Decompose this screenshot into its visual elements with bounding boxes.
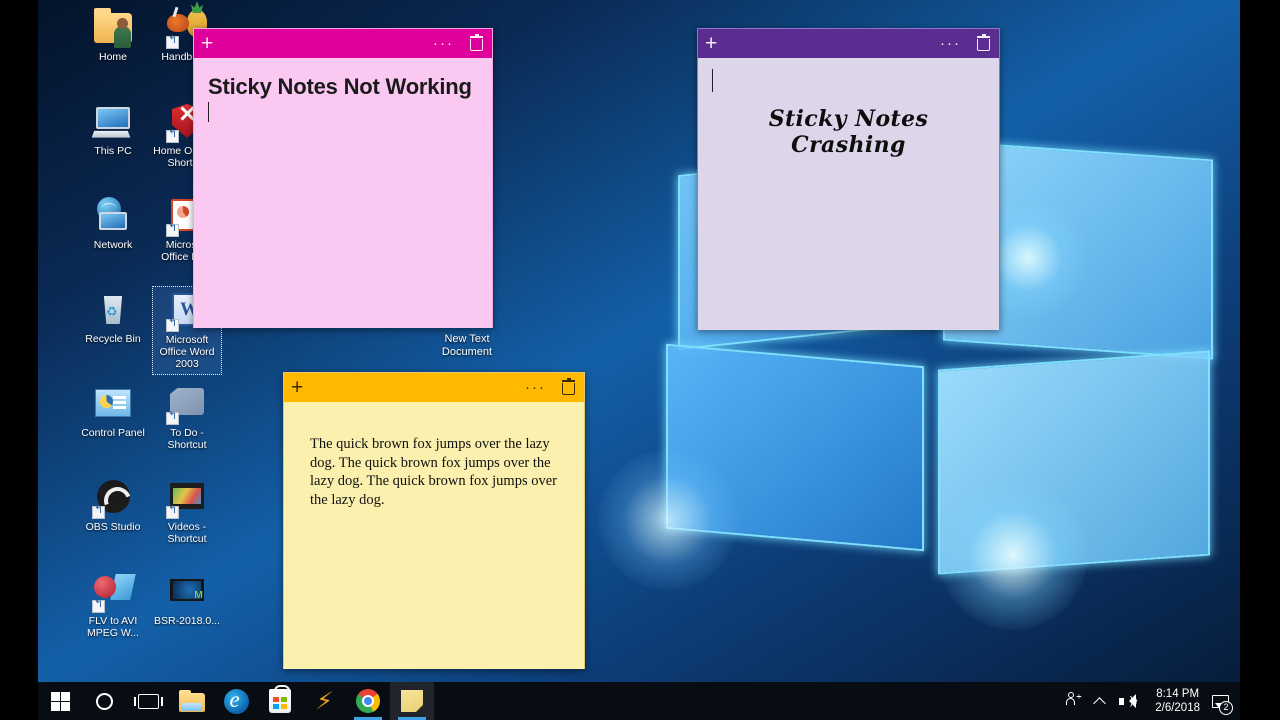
yellow-note-text: The quick brown fox jumps over the lazy … [310, 435, 559, 509]
this-pc-monitor-icon [93, 102, 133, 142]
folder-icon [179, 691, 205, 712]
sticky-note-icon [401, 690, 423, 712]
desktop-icon-recycle-bin[interactable]: Recycle Bin [78, 286, 148, 375]
pink-note-text: Sticky Notes Not Working [208, 74, 478, 100]
control-panel-icon [93, 384, 133, 424]
desktop-icon-label: Control Panel [78, 427, 148, 439]
desktop-icon-obs-studio[interactable]: OBS Studio [78, 474, 148, 563]
action-center-button[interactable]: 2 [1206, 682, 1234, 720]
add-note-button[interactable]: + [705, 33, 717, 54]
desktop-icon-label: Videos - Shortcut [152, 521, 222, 545]
pink-note-header: + ··· [194, 29, 492, 58]
taskbar: ⚡ + )) 8:14 PM 2/6/2018 2 [38, 682, 1240, 720]
desktop-icon-label: BSR-2018.0... [152, 615, 222, 627]
yellow-note-header: + ··· [284, 373, 584, 402]
desktop-icon-label: Recycle Bin [78, 333, 148, 345]
bsr-screen-recorder-icon [167, 572, 207, 612]
folder-person-icon [93, 8, 133, 48]
pink-sticky-note[interactable]: + ··· Sticky Notes Not Working [193, 28, 493, 328]
desktop-icon-control-panel[interactable]: Control Panel [78, 380, 148, 469]
delete-note-button[interactable] [470, 36, 483, 51]
notification-badge: 2 [1219, 701, 1233, 715]
desktop-icon-home[interactable]: Home [78, 4, 148, 93]
purple-note-body[interactable]: Sticky Notes Crashing [698, 58, 999, 330]
circle-icon [96, 693, 113, 710]
desktop-icon-label: FLV to AVI MPEG W... [78, 615, 148, 639]
add-note-button[interactable]: + [291, 377, 303, 398]
file-explorer-button[interactable] [170, 682, 214, 720]
task-view-icon [138, 694, 159, 709]
chrome-icon [356, 689, 380, 713]
volume-icon[interactable]: )) [1119, 694, 1137, 709]
yellow-note-body[interactable]: The quick brown fox jumps over the lazy … [284, 402, 584, 669]
task-view-button[interactable] [126, 682, 170, 720]
note-menu-button[interactable]: ··· [433, 39, 454, 49]
start-button[interactable] [38, 682, 82, 720]
desktop-icon-label: To Do - Shortcut [152, 427, 222, 451]
system-tray: + )) 8:14 PM 2/6/2018 2 [1064, 682, 1240, 720]
recycle-bin-icon [93, 290, 133, 330]
lightning-bolt-icon: ⚡ [314, 690, 333, 712]
purple-sticky-note[interactable]: + ··· Sticky Notes Crashing [697, 28, 1000, 330]
delete-note-button[interactable] [977, 36, 990, 51]
desktop-icon-to-do[interactable]: To Do - Shortcut [152, 380, 222, 469]
windows-logo-icon [51, 692, 70, 711]
add-note-button[interactable]: + [201, 33, 213, 54]
videos-film-icon [167, 478, 207, 518]
sticky-notes-button[interactable] [390, 682, 434, 720]
people-icon[interactable]: + [1064, 693, 1080, 709]
obs-studio-icon [93, 478, 133, 518]
desktop-icon-label: This PC [78, 145, 148, 157]
desktop-file-label-new-text-document[interactable]: New Text Document [424, 333, 510, 359]
purple-note-header: + ··· [698, 29, 999, 58]
zoom-player-button[interactable]: ⚡ [302, 682, 346, 720]
purple-note-text: Sticky Notes Crashing [712, 106, 985, 158]
desktop-icon-label: Microsoft Office Word 2003 [152, 334, 222, 370]
microsoft-store-button[interactable] [258, 682, 302, 720]
clock-time: 8:14 PM [1155, 687, 1200, 701]
yellow-sticky-note[interactable]: + ··· The quick brown fox jumps over the… [283, 372, 585, 669]
delete-note-button[interactable] [562, 380, 575, 395]
cortana-search-button[interactable] [82, 682, 126, 720]
desktop-icon-label: Home [78, 51, 148, 63]
desktop-icon-network[interactable]: Network [78, 192, 148, 281]
pink-note-body[interactable]: Sticky Notes Not Working [194, 58, 492, 328]
screen: Home Handbrake This PC [0, 0, 1280, 720]
desktop-icon-label: Network [78, 239, 148, 251]
note-menu-button[interactable]: ··· [525, 383, 546, 393]
folder-todo-icon [167, 384, 207, 424]
desktop-icon-this-pc[interactable]: This PC [78, 98, 148, 187]
flv-converter-icon [93, 572, 133, 612]
google-chrome-button[interactable] [346, 682, 390, 720]
store-bag-icon [269, 689, 291, 713]
taskbar-apps: ⚡ [38, 682, 434, 720]
desktop-icon-flv-to-avi[interactable]: FLV to AVI MPEG W... [78, 568, 148, 657]
text-caret [712, 69, 713, 92]
note-menu-button[interactable]: ··· [940, 39, 961, 49]
edge-icon [224, 689, 249, 714]
desktop-icon-bsr-2018[interactable]: BSR-2018.0... [152, 568, 222, 657]
desktop-icon-videos[interactable]: Videos - Shortcut [152, 474, 222, 563]
clock-date: 2/6/2018 [1155, 701, 1200, 715]
microsoft-edge-button[interactable] [214, 682, 258, 720]
clock[interactable]: 8:14 PM 2/6/2018 [1149, 687, 1206, 715]
chevron-up-icon[interactable] [1093, 697, 1106, 710]
text-caret [208, 102, 209, 122]
desktop-icon-label: OBS Studio [78, 521, 148, 533]
network-globe-icon [93, 196, 133, 236]
